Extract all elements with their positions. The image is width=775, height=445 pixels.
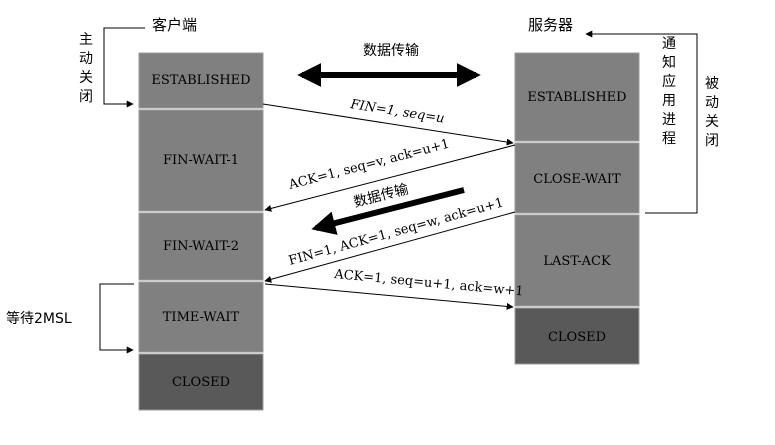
active-close-char-3: 关 <box>79 70 93 86</box>
client-title: 客户端 <box>152 16 197 34</box>
notify-app-char-4: 用 <box>662 93 676 109</box>
client-state-established: ESTABLISHED <box>151 73 250 88</box>
notify-app-label: 通 知 应 用 进 程 <box>662 36 676 147</box>
fin-server-arrow <box>264 211 516 283</box>
ack-server-label: ACK=1, seq=v, ack=u+1 <box>286 137 451 193</box>
wait-2msl-label: 等待2MSL <box>6 310 72 327</box>
server-state-close-wait: CLOSE-WAIT <box>533 172 621 187</box>
notify-app-char-5: 进 <box>662 112 676 128</box>
client-state-fin-wait-2: FIN-WAIT-2 <box>163 239 239 254</box>
passive-close-label: 被 动 关 闭 <box>705 76 719 149</box>
notify-app-char-6: 程 <box>662 131 676 147</box>
fin-client-label: FIN=1, seq=u <box>348 97 445 127</box>
passive-close-char-3: 关 <box>705 114 719 130</box>
active-close-label: 主 动 关 闭 <box>79 32 93 105</box>
notify-app-char-1: 通 <box>662 36 676 52</box>
server-state-established: ESTABLISHED <box>527 90 626 105</box>
data-transfer-top-label: 数据传输 <box>363 43 419 59</box>
server-states: ESTABLISHED CLOSE-WAIT LAST-ACK CLOSED <box>514 52 640 365</box>
server-state-closed: CLOSED <box>548 330 606 345</box>
server-state-last-ack: LAST-ACK <box>543 254 611 269</box>
notify-app-char-2: 知 <box>662 54 676 71</box>
passive-close-char-1: 被 <box>705 76 719 92</box>
passive-close-char-2: 动 <box>705 95 719 111</box>
client-state-time-wait: TIME-WAIT <box>163 310 240 325</box>
client-states: ESTABLISHED FIN-WAIT-1 FIN-WAIT-2 TIME-W… <box>138 52 264 411</box>
active-close-char-4: 闭 <box>79 89 93 105</box>
notify-app-char-3: 应 <box>662 73 676 90</box>
active-close-char-1: 主 <box>79 32 93 48</box>
tcp-four-way-handshake-diagram: 客户端 服务器 ESTABLISHED FIN-WAIT-1 FIN-WAIT-… <box>6 16 719 411</box>
server-title: 服务器 <box>528 16 573 34</box>
active-close-char-2: 动 <box>79 51 93 67</box>
client-state-fin-wait-1: FIN-WAIT-1 <box>163 153 239 168</box>
time-wait-bracket <box>99 283 134 354</box>
ack-client-label: ACK=1, seq=u+1, ack=w+1 <box>333 267 525 300</box>
passive-close-char-4: 闭 <box>705 133 719 149</box>
client-state-closed: CLOSED <box>172 375 230 390</box>
